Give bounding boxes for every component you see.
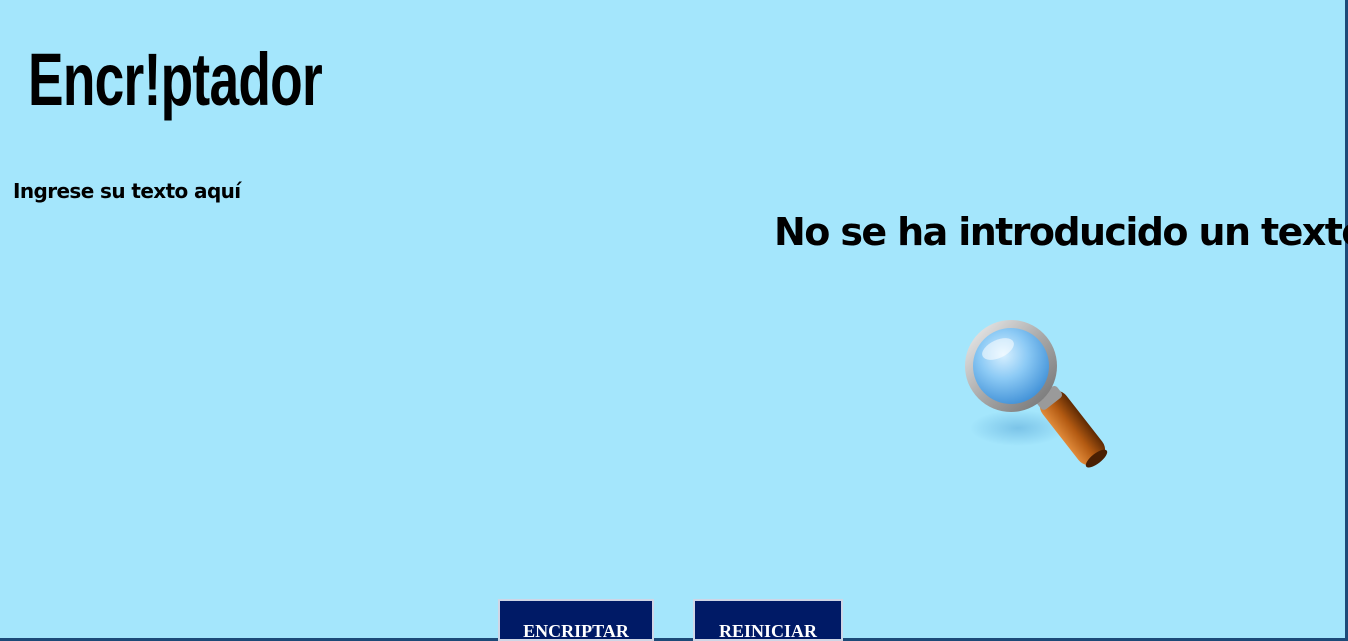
input-label: Ingrese su texto aquí [13, 179, 241, 203]
app-logo: Encr!ptador [28, 38, 323, 121]
reset-button[interactable]: REINICIAR [693, 599, 843, 641]
magnifying-glass-icon [965, 320, 1108, 468]
text-input[interactable] [13, 215, 717, 579]
encrypt-button[interactable]: ENCRIPTAR [498, 599, 654, 641]
empty-output-message: No se ha introducido un texto [774, 210, 1348, 254]
